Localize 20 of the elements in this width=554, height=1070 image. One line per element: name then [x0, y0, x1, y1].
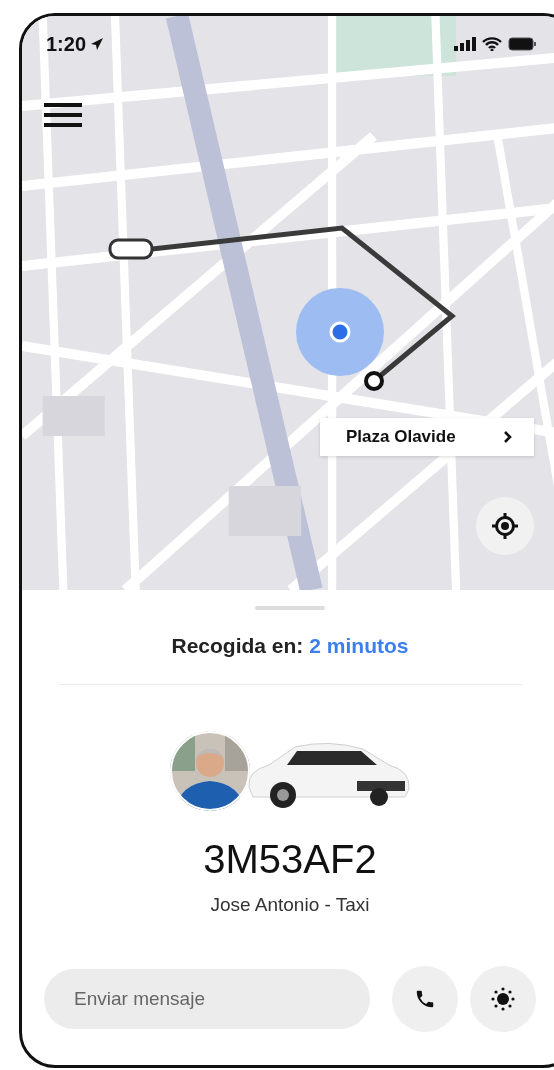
car-marker-icon [108, 238, 154, 260]
chevron-icon [503, 430, 512, 444]
pickup-time: 2 minutos [309, 634, 409, 658]
license-plate: 3M53AF2 [203, 837, 377, 882]
destination-marker-icon [364, 371, 384, 391]
sun-icon [491, 987, 515, 1011]
phone-icon [414, 988, 436, 1010]
wifi-icon [482, 37, 502, 51]
status-time: 1:20 [46, 32, 87, 56]
signal-icon [454, 37, 476, 51]
message-field[interactable]: Enviar mensaje [44, 969, 370, 1029]
location-arrow-icon [90, 37, 105, 51]
sheet-handle[interactable] [255, 606, 325, 610]
battery-icon [508, 37, 536, 51]
pickup-label: Recogida en: [171, 634, 304, 658]
destination-button[interactable]: Plaza Olavide [320, 418, 534, 456]
menu-button[interactable] [44, 102, 82, 128]
location-marker-icon [296, 288, 384, 376]
locate-icon [491, 512, 519, 540]
driver-name: Jose Antonio - Taxi [210, 894, 370, 916]
